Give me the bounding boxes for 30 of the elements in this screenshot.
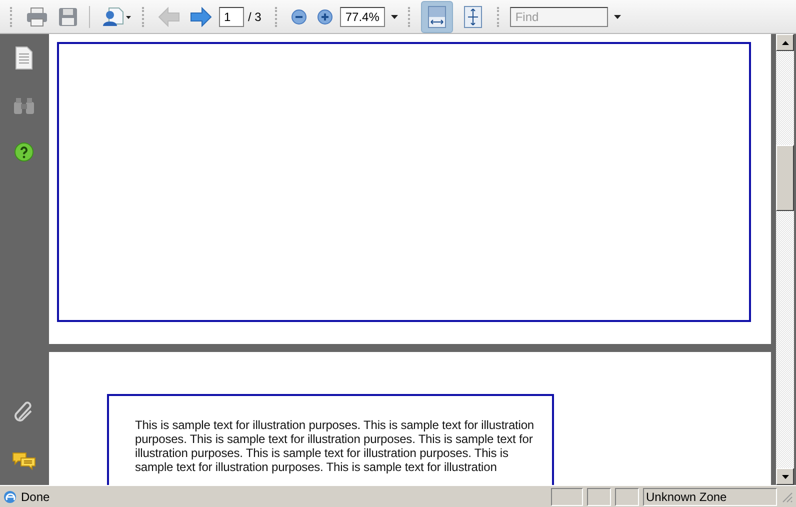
scroll-thumb[interactable] — [776, 145, 794, 211]
up-arrow-icon — [782, 40, 788, 44]
user-document-caret-icon — [101, 6, 131, 28]
caret-icon — [391, 14, 398, 18]
help-icon[interactable] — [14, 142, 34, 162]
printer-icon — [26, 6, 48, 26]
pages-icon[interactable] — [14, 46, 34, 70]
fit-width-icon — [428, 6, 446, 28]
down-arrow-icon — [782, 474, 788, 478]
page-number-field[interactable]: 1 — [219, 6, 244, 26]
fit-page-icon — [464, 6, 482, 28]
browser-icon — [3, 490, 17, 504]
zoom-in-icon — [317, 8, 334, 24]
sample-paragraph: This is sample text for illustration purposes. This is sample text for illustration purposes. This is sample text for illustration purposes. This is sample text for illustration purposes. This is sample text for illustration purposes. This is sample text for illustration purposes. This is sample text for illustration — [135, 418, 535, 474]
page-count: / 3 — [248, 10, 262, 24]
security-zone: Unknown Zone — [643, 488, 777, 506]
zoom-out-icon — [291, 8, 308, 24]
find-field[interactable]: Find — [510, 6, 608, 26]
scroll-down-button[interactable] — [776, 468, 794, 485]
zoom-field[interactable]: 77.4% — [340, 6, 386, 26]
resize-grip-icon — [781, 490, 793, 502]
caret-icon — [614, 14, 622, 18]
left-arrow-icon — [158, 6, 180, 26]
scroll-up-button[interactable] — [776, 34, 794, 51]
status-panel — [551, 488, 583, 506]
status-panel — [615, 488, 639, 506]
status-text: Done — [21, 490, 51, 504]
comments-icon[interactable] — [12, 451, 36, 471]
right-arrow-icon — [190, 6, 212, 26]
status-panel — [587, 488, 611, 506]
